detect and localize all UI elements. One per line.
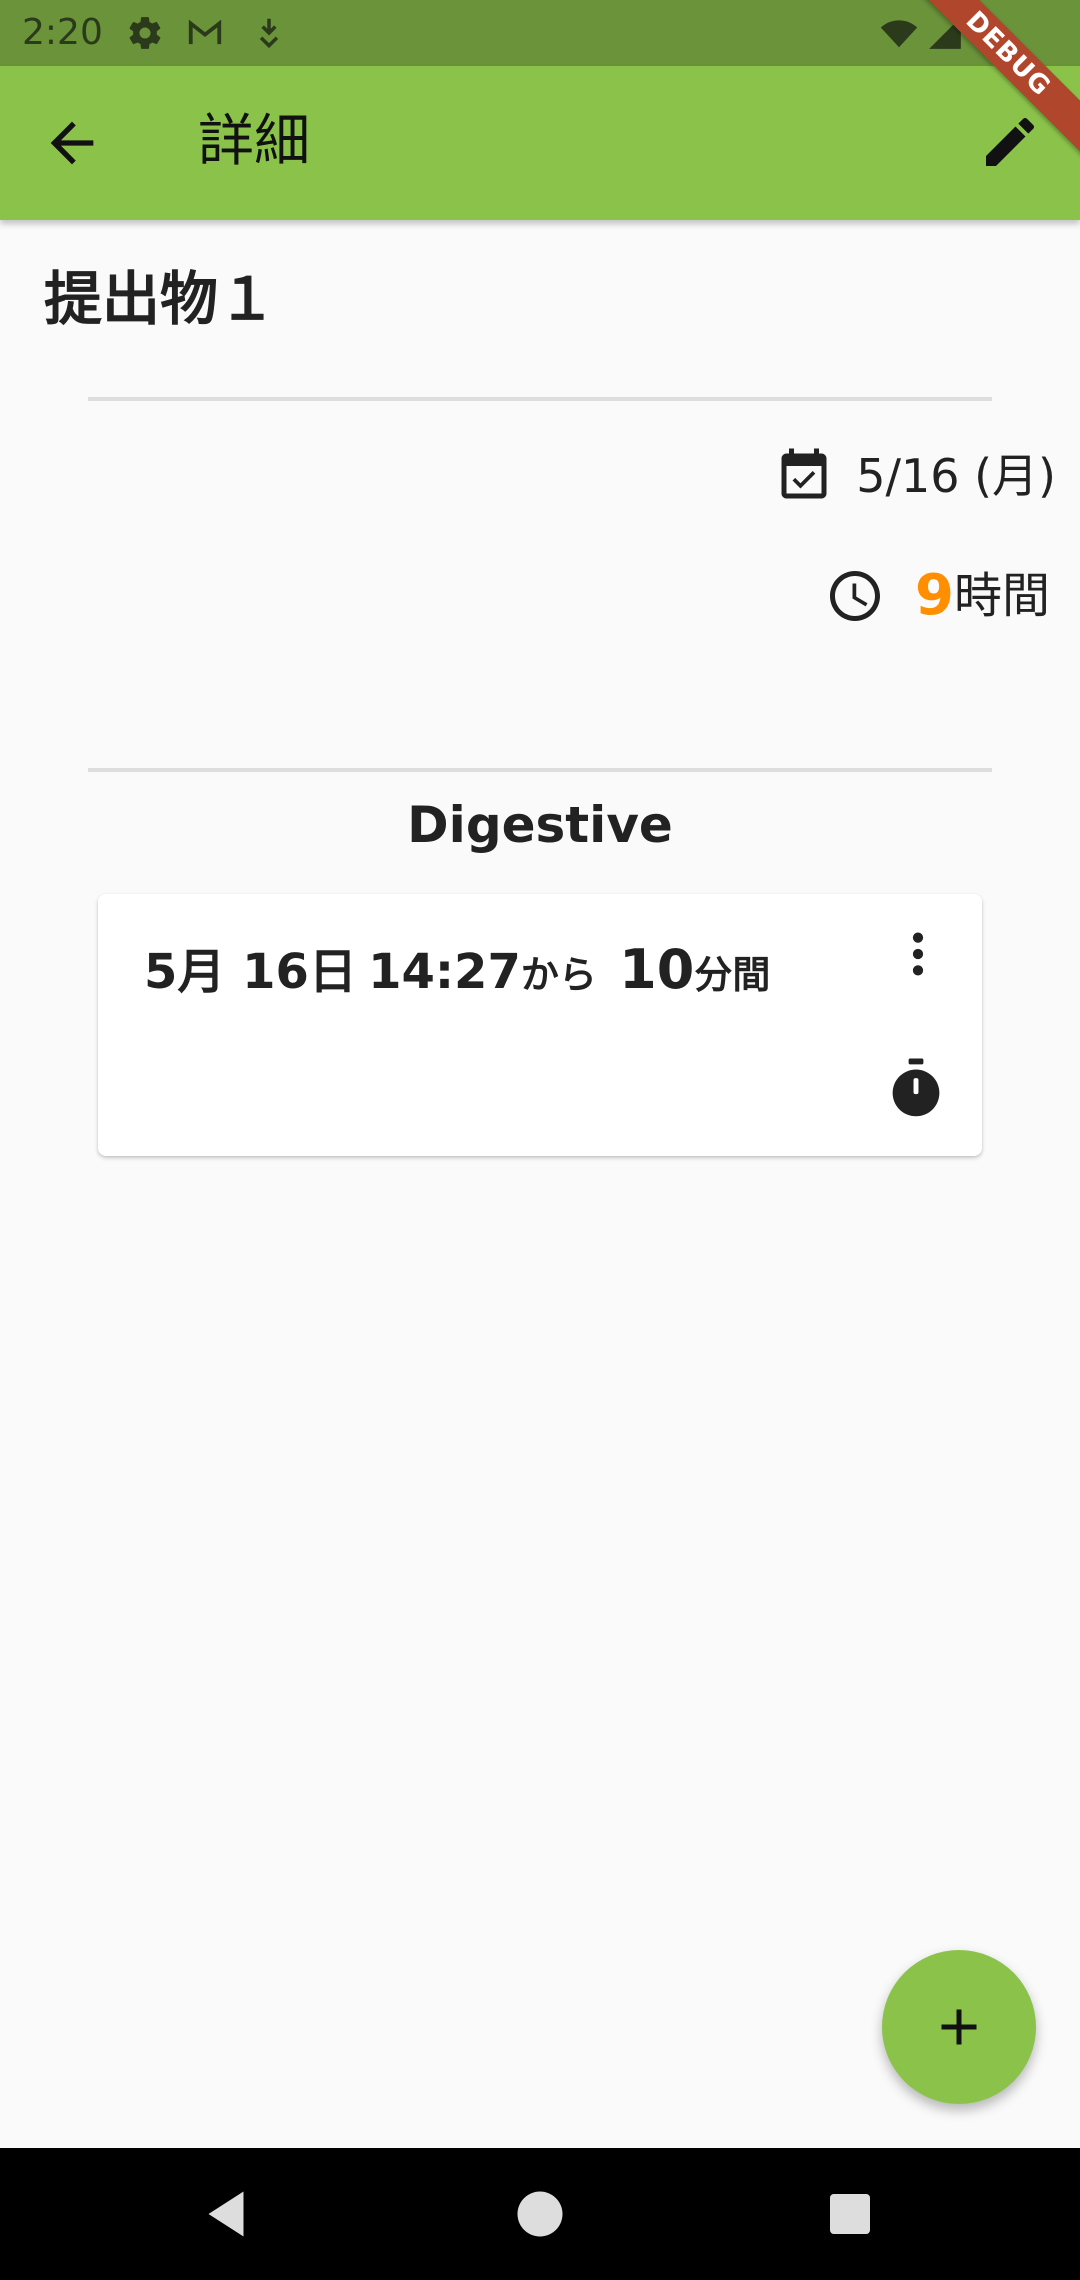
log-duration-unit: 分間 <box>694 953 771 997</box>
divider <box>88 397 992 401</box>
item-title: 提出物１ <box>44 265 277 333</box>
due-date-row: 5/16 (月) <box>774 444 1056 508</box>
log-date: 5月 16日 <box>144 944 357 1000</box>
status-time: 2:20 <box>22 12 103 53</box>
wifi-icon <box>880 20 918 48</box>
section-title: Digestive <box>407 796 673 854</box>
page-title: 詳細 <box>198 109 310 174</box>
clock-icon <box>830 571 881 621</box>
add-button[interactable] <box>882 1950 1036 2104</box>
timer-icon[interactable] <box>886 1056 946 1120</box>
divider <box>88 768 992 772</box>
gmail-icon <box>188 19 222 45</box>
log-from-label: から <box>520 953 597 997</box>
recents-square-icon[interactable] <box>820 2184 880 2244</box>
hours-value: 9 <box>915 563 954 628</box>
back-triangle-icon[interactable] <box>196 2184 256 2244</box>
arrow-back-icon[interactable] <box>40 111 104 175</box>
status-bar: 2:20 <box>0 0 1080 66</box>
calendar-check-icon <box>781 448 827 499</box>
plus-icon <box>941 2009 977 2045</box>
app-bar: 詳細 <box>0 66 1080 220</box>
home-circle-icon[interactable] <box>510 2184 570 2244</box>
more-vert-icon[interactable] <box>890 926 946 982</box>
log-start-time: 14:27 <box>368 944 521 1000</box>
gear-icon <box>129 17 161 49</box>
due-date: 5/16 (月) <box>856 449 1056 503</box>
system-nav-bar <box>0 2148 1080 2280</box>
hours-row: 9 時間 <box>825 564 1050 628</box>
log-entry-text: 5月 16日 14:27から 10分間 <box>144 938 770 1015</box>
log-duration-value: 10 <box>619 938 695 1001</box>
hours-unit: 時間 <box>953 568 1050 624</box>
download-icon <box>259 18 279 49</box>
log-card[interactable]: 5月 16日 14:27から 10分間 <box>98 894 982 1156</box>
pencil-icon[interactable] <box>978 110 1042 174</box>
